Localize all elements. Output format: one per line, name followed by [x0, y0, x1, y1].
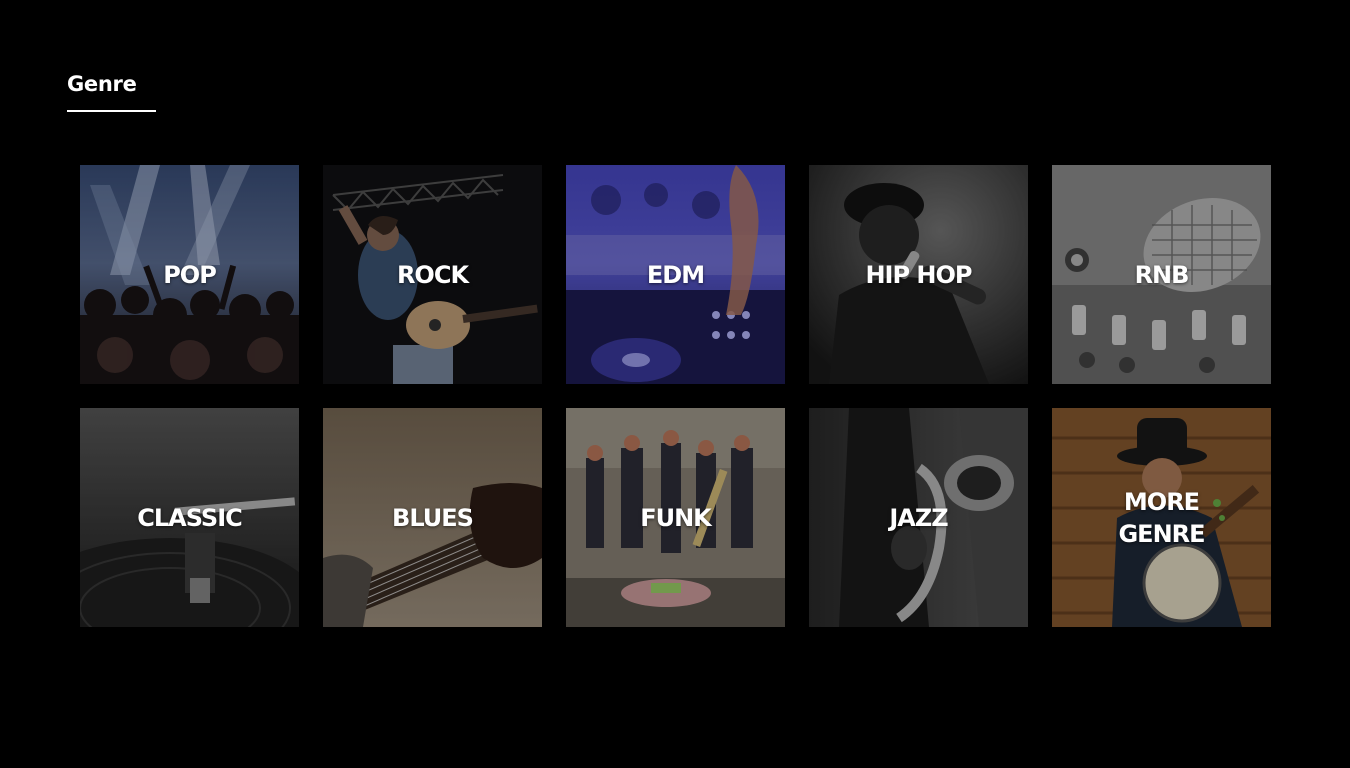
genre-header: Genre — [67, 70, 156, 112]
genre-tile-pop[interactable]: POP — [80, 165, 299, 384]
genre-tile-funk[interactable]: FUNK — [566, 408, 785, 627]
genre-label: BLUES — [392, 503, 474, 532]
genre-tile-classic[interactable]: CLASSIC — [80, 408, 299, 627]
genre-tile-rnb[interactable]: RNB — [1052, 165, 1271, 384]
genre-label: EDM — [646, 260, 705, 289]
page-title: Genre — [67, 72, 137, 96]
genre-label: CLASSIC — [137, 503, 243, 532]
genre-tile-more-genre[interactable]: MORE GENRE — [1052, 408, 1271, 627]
genre-label: POP — [163, 260, 217, 289]
genre-label: JAZZ — [889, 503, 948, 532]
genre-label: FUNK — [640, 503, 712, 532]
genre-label: RNB — [1134, 260, 1190, 289]
genre-label: MORE GENRE — [1118, 487, 1205, 548]
title-underline — [67, 110, 156, 112]
genre-label: HIP HOP — [865, 260, 972, 289]
genre-grid: POP ROCK EDM HIP HOP RNB CLASSIC BLUES F… — [80, 165, 1271, 627]
genre-tile-blues[interactable]: BLUES — [323, 408, 542, 627]
genre-tile-edm[interactable]: EDM — [566, 165, 785, 384]
genre-tile-hip-hop[interactable]: HIP HOP — [809, 165, 1028, 384]
genre-tile-jazz[interactable]: JAZZ — [809, 408, 1028, 627]
genre-label: ROCK — [396, 260, 469, 289]
genre-tile-rock[interactable]: ROCK — [323, 165, 542, 384]
